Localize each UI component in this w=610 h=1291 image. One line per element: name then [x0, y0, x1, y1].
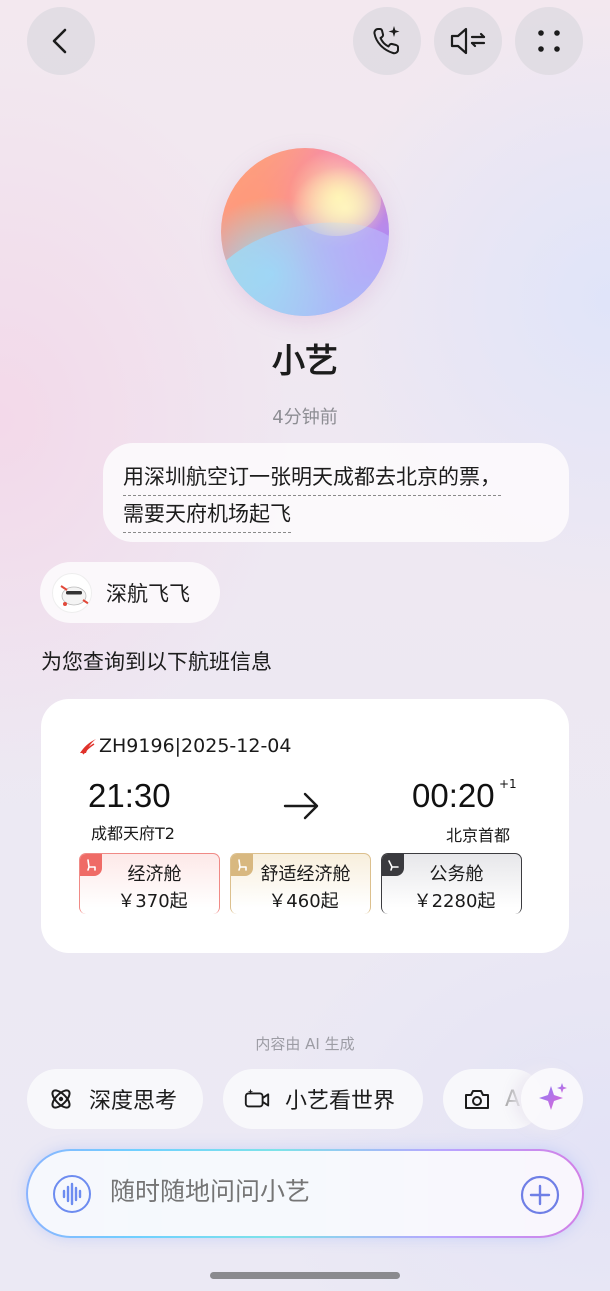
chat-input[interactable] [110, 1177, 490, 1206]
fare-class: 经济舱 [127, 864, 182, 885]
voice-call-button[interactable] [353, 7, 421, 75]
sparkle-icon [539, 1083, 567, 1110]
assistant-name: 小艺 [272, 341, 338, 380]
day-offset: +1 [499, 777, 517, 791]
atom-icon [47, 1085, 75, 1113]
deep-thinking-chip[interactable]: 深度思考 [27, 1069, 203, 1129]
fare-economy[interactable]: 经济舱 ￥370起 [79, 853, 220, 914]
fare-price: ￥460起 [268, 891, 339, 912]
four-dots-icon [538, 30, 560, 52]
departure-airport: 成都天府T2 [91, 824, 175, 843]
agent-avatar [52, 572, 92, 613]
arrival-airport: 北京首都 [446, 826, 511, 845]
add-button[interactable] [520, 1175, 560, 1219]
chevron-left-icon [52, 28, 67, 54]
back-button[interactable] [27, 7, 95, 75]
agent-chip[interactable]: 深航飞飞 [40, 562, 220, 623]
assistant-reply-text: 为您查询到以下航班信息 [41, 650, 272, 674]
sparkle-button[interactable] [521, 1068, 583, 1130]
speaker-settings-button[interactable] [434, 7, 502, 75]
flight-card[interactable]: ZH9196|2025-12-04 21:30 00:20 +1 成都天府T2 … [41, 699, 569, 953]
more-menu-button[interactable] [515, 7, 583, 75]
flight-number-row: ZH9196|2025-12-04 [77, 735, 291, 757]
voice-input-button[interactable] [52, 1174, 92, 1218]
agent-name: 深航飞飞 [106, 581, 190, 606]
camera-icon [463, 1085, 491, 1113]
arrow-right-icon [283, 791, 321, 825]
speaker-settings-icon [450, 27, 486, 55]
user-message-line: 用深圳航空订一张明天成都去北京的票， [123, 459, 501, 496]
chip-label: 小艺看世界 [285, 1089, 396, 1114]
user-message-bubble[interactable]: 用深圳航空订一张明天成都去北京的票， 需要天府机场起飞 [103, 443, 569, 542]
chip-label: A [505, 1086, 521, 1112]
fare-price: ￥370起 [117, 891, 188, 912]
fare-price: ￥2280起 [413, 891, 496, 912]
departure-time: 21:30 [88, 777, 171, 814]
phone-sparkle-icon [373, 26, 400, 55]
plus-icon [520, 1175, 560, 1215]
fare-class: 舒适经济舱 [260, 864, 351, 885]
message-timestamp: 4分钟前 [272, 407, 338, 428]
fare-comfort-economy[interactable]: 舒适经济舱 ￥460起 [230, 853, 371, 914]
chat-input-bar[interactable] [26, 1149, 584, 1238]
fare-class: 公务舱 [429, 864, 484, 885]
video-camera-icon [243, 1085, 271, 1113]
fare-business[interactable]: 公务舱 ￥2280起 [381, 853, 522, 914]
user-message-line: 需要天府机场起飞 [123, 496, 291, 533]
ai-generated-note: 内容由 AI 生成 [255, 1035, 355, 1053]
chip-label: 深度思考 [89, 1089, 178, 1114]
voice-wave-icon [53, 1175, 91, 1213]
arrival-time: 00:20 [412, 777, 495, 814]
assistant-avatar [221, 148, 389, 316]
xiaoyi-see-world-chip[interactable]: 小艺看世界 [223, 1069, 423, 1129]
flight-number-date: ZH9196|2025-12-04 [99, 735, 292, 757]
home-indicator[interactable] [210, 1272, 400, 1279]
shenzhen-airlines-logo-icon [80, 739, 96, 755]
